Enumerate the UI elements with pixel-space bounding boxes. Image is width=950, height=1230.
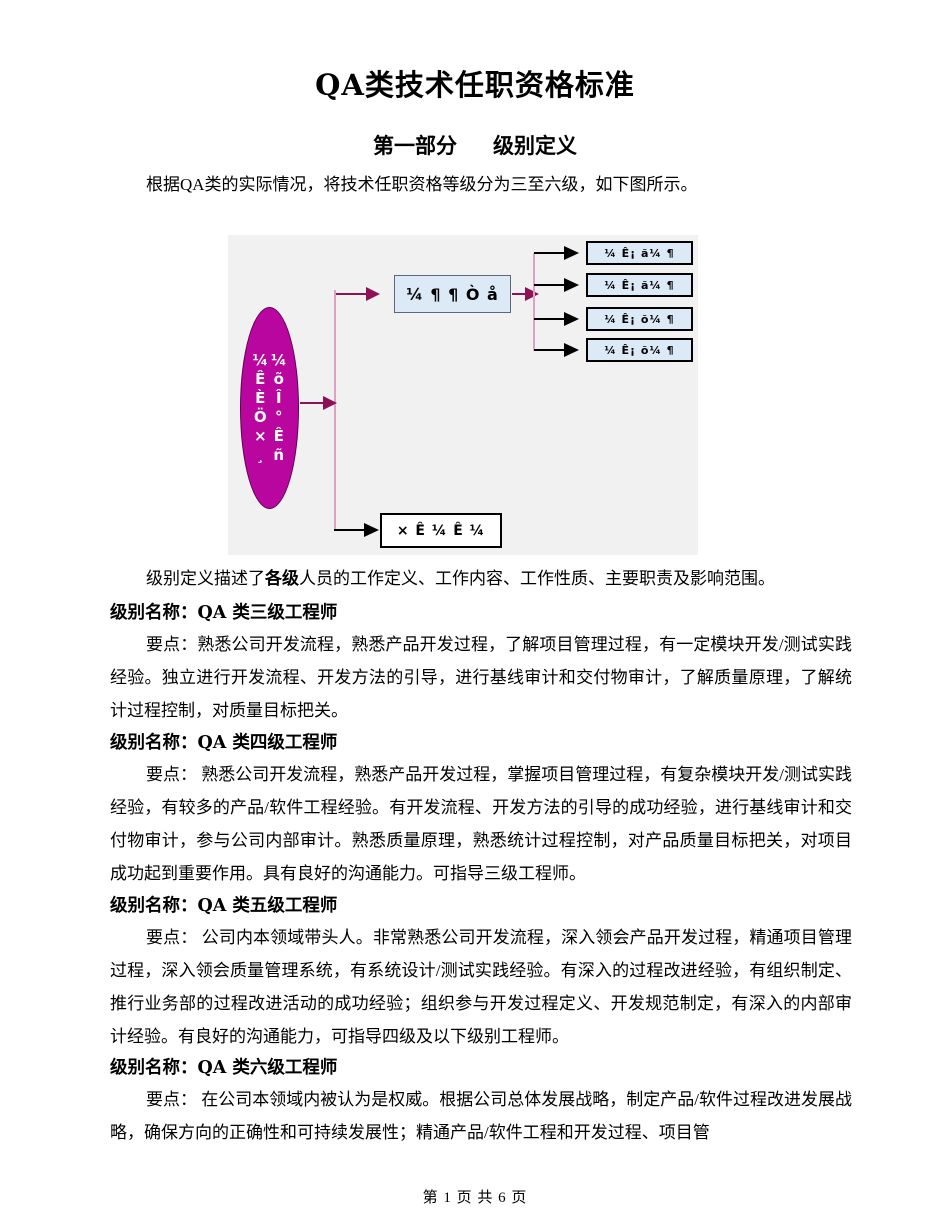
- diagram-main-spine: [334, 290, 336, 530]
- arrow-root-to-spine-icon: [323, 396, 337, 410]
- ellipse-right-char-4: Ê: [273, 427, 284, 445]
- arrow-spine-to-center-icon: [366, 287, 380, 301]
- ellipse-left-char-5: ¸: [256, 446, 264, 464]
- ellipse-left-char-0: ¼: [252, 351, 268, 369]
- level-heading-3: 级别名称：QA 类三级工程师: [110, 603, 338, 623]
- page-title: QA类技术任职资格标准: [315, 68, 635, 102]
- ellipse-right-char-5: ñ: [273, 446, 285, 464]
- diagram-bottom-node: × Ê ¼ Ê ¼: [380, 513, 502, 548]
- arrow-branch-1-icon: [564, 278, 579, 292]
- diagram-leaf-node-2: ¼ Ê¡ ã¼ ¶: [586, 273, 693, 297]
- ellipse-right-char-3: °: [275, 408, 283, 426]
- level-text-5: 要点： 公司内本领域带头人。非常熟悉公司开发流程，深入领会产品开发过程，精通项目…: [110, 928, 852, 1046]
- connector-root-to-spine: [300, 402, 324, 404]
- document-page: QA类技术任职资格标准 第一部分 级别定义 根据QA类的实际情况，将技术任职资格等…: [0, 0, 950, 1230]
- level-heading-4: 级别名称：QA 类四级工程师: [110, 733, 338, 753]
- ellipse-right-char-2: Î: [275, 389, 282, 407]
- arrow-branch-3-icon: [564, 343, 579, 357]
- diagram-branch-spine: [533, 253, 535, 351]
- level-text-6: 要点： 在公司本领域内被认为是权威。根据公司总体发展战略，制定产品/软件过程改进…: [110, 1090, 852, 1142]
- summary-emphasis: 各级: [265, 569, 299, 588]
- intro-paragraph: 根据QA类的实际情况，将技术任职资格等级分为三至六级，如下图所示。: [146, 175, 698, 194]
- ellipse-left-char-2: È: [255, 389, 266, 407]
- summary-suffix: 人员的工作定义、工作内容、工作性质、主要职责及影响范围。: [299, 569, 775, 588]
- diagram-root-ellipse: ¼ Ê È Ö × ¸ ¼ õ Î ° Ê ñ: [240, 307, 299, 509]
- ellipse-column-right: ¼ õ Î ° Ê ñ: [271, 351, 287, 465]
- arrow-center-to-branch-icon: [525, 287, 539, 301]
- section-heading-part1: 第一部分: [373, 133, 457, 158]
- level-text-3: 要点：熟悉公司开发流程，熟悉产品开发过程，了解项目管理过程，有一定模块开发/测试…: [110, 635, 852, 720]
- level-text-4: 要点： 熟悉公司开发流程，熟悉产品开发过程，掌握项目管理过程，有复杂模块开发/测…: [110, 765, 852, 883]
- level-heading-6: 级别名称：QA 类六级工程师: [110, 1058, 338, 1078]
- page-footer: 第 1 页 共 6 页: [422, 1190, 528, 1206]
- ellipse-right-char-1: õ: [273, 370, 284, 388]
- level-heading-5: 级别名称：QA 类五级工程师: [110, 896, 338, 916]
- summary-prefix: 级别定义描述了: [146, 569, 265, 588]
- ellipse-left-char-1: Ê: [255, 370, 266, 388]
- section-heading: 第一部分 级别定义: [0, 130, 950, 160]
- ellipse-column-left: ¼ Ê È Ö × ¸: [252, 351, 268, 465]
- diagram-leaf-node-1: ¼ Ê¡ ã¼ ¶: [586, 241, 693, 265]
- summary-paragraph: 级别定义描述了各级人员的工作定义、工作内容、工作性质、主要职责及影响范围。: [110, 562, 852, 595]
- arrow-spine-to-bottom-icon: [364, 523, 379, 537]
- diagram-center-node: ¼ ¶ ¶ Ò å: [394, 275, 511, 313]
- ellipse-left-char-4: ×: [253, 427, 267, 445]
- ellipse-right-char-0: ¼: [271, 351, 287, 369]
- diagram-leaf-node-4: ¼ Ê¡ õ¼ ¶: [586, 338, 693, 362]
- section-heading-part2: 级别定义: [493, 133, 577, 158]
- diagram-root-label: ¼ Ê È Ö × ¸ ¼ õ Î ° Ê ñ: [252, 351, 286, 465]
- ellipse-left-char-3: Ö: [253, 408, 267, 426]
- diagram-leaf-node-3: ¼ Ê¡ õ¼ ¶: [586, 307, 693, 331]
- arrow-branch-2-icon: [564, 312, 579, 326]
- arrow-branch-0-icon: [564, 246, 579, 260]
- connector-spine-to-center: [336, 293, 368, 295]
- level-structure-diagram: ¼ Ê È Ö × ¸ ¼ õ Î ° Ê ñ ¼ ¶ ¶ Ò å ¼ Ê¡ ã…: [228, 235, 698, 555]
